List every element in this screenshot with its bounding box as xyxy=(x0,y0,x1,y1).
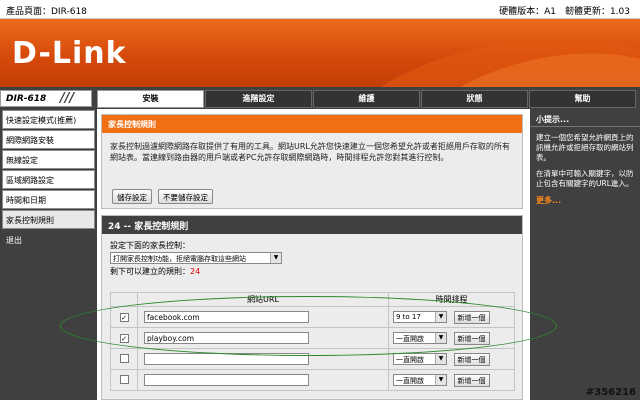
tab-setup[interactable]: 安裝 xyxy=(97,90,204,108)
tab-status[interactable]: 狀態 xyxy=(421,90,528,108)
sidebar-item-parental-control[interactable]: 家長控制規則 xyxy=(2,210,95,229)
tab-help[interactable]: 幫助 xyxy=(529,90,636,108)
col-url-header: 網站URL xyxy=(137,292,389,307)
chevron-down-icon: ▼ xyxy=(270,253,281,263)
sidebar-item-lan[interactable]: 區域網路設定 xyxy=(2,170,95,189)
rules-table: 網站URL 時間排程 ✓ facebook.com 9 to 17 ▼ 新增一個 … xyxy=(110,292,515,391)
parental-info-box: 家長控制規則 家長控制過濾網際網路存取提供了有用的工具。網站URL允許您快速建立… xyxy=(101,114,523,209)
table-row: 一直開啟 ▼ 新增一個 xyxy=(110,348,515,370)
col-schedule-header: 時間排程 xyxy=(388,292,515,307)
add-new-button[interactable]: 新增一個 xyxy=(453,352,490,366)
product-page-label: 產品頁面：DIR-618 xyxy=(6,7,87,17)
banner-swoosh-graphic xyxy=(380,39,640,87)
hint-text-1: 建立一個您希望允許網頁上的訊機允許或拒絕存取的網站列表。 xyxy=(536,133,634,162)
remaining-label: 剩下可以建立的規則： xyxy=(110,267,190,276)
hints-title: 小提示... xyxy=(530,109,640,127)
schedule-value: 一直開啟 xyxy=(396,356,424,364)
dont-save-button[interactable]: 不要儲存設定 xyxy=(158,189,213,204)
add-new-button[interactable]: 新增一個 xyxy=(453,331,490,345)
top-bar: 產品頁面：DIR-618 硬體版本：A1 韌體更新：1.03 xyxy=(0,0,640,19)
save-settings-button[interactable]: 儲存設定 xyxy=(112,189,152,204)
add-new-button[interactable]: 新增一個 xyxy=(453,310,490,324)
version-label: 硬體版本：A1 韌體更新：1.03 xyxy=(499,7,630,17)
rule-checkbox[interactable] xyxy=(119,374,129,384)
table-row: ✓ facebook.com 9 to 17 ▼ 新增一個 xyxy=(110,306,515,328)
schedule-select[interactable]: 一直開啟 ▼ xyxy=(393,332,447,344)
chevron-down-icon: ▼ xyxy=(435,375,446,385)
hint-text-2: 在清單中可輸入關鍵字，以防止包含有關鍵字的URL進入。 xyxy=(536,169,634,188)
parental-header: 家長控制規則 xyxy=(102,115,522,133)
rules-box: 24 -- 家長控制規則 設定下面的家長控制： 打開家長控制功能，拒絕電腦存取這… xyxy=(101,215,523,400)
chevron-down-icon: ▼ xyxy=(435,333,446,343)
main-content: 家長控制規則 家長控制過濾網際網路存取提供了有用的工具。網站URL允許您快速建立… xyxy=(97,109,530,400)
dlink-logo: D-Link xyxy=(12,36,127,71)
table-header-row: 網站URL 時間排程 xyxy=(110,292,515,307)
watermark: #356216 xyxy=(585,387,636,398)
chevron-down-icon: ▼ xyxy=(435,312,446,322)
sidebar: 快速設定模式(推薦) 網際網路安裝 無線設定 區域網路設定 時間和日期 家長控制… xyxy=(0,109,97,400)
model-slash-decoration: /// xyxy=(60,91,75,106)
chevron-down-icon: ▼ xyxy=(435,354,446,364)
parental-mode-value: 打開家長控制功能，拒絕電腦存取這些網站 xyxy=(113,255,246,263)
rules-intro: 設定下面的家長控制： xyxy=(110,241,190,250)
remaining-count: 24 xyxy=(190,267,201,276)
schedule-select[interactable]: 一直開啟 ▼ xyxy=(393,353,447,365)
rule-checkbox[interactable]: ✓ xyxy=(119,312,129,322)
rules-header: 24 -- 家長控制規則 xyxy=(102,216,522,234)
more-link[interactable]: 更多... xyxy=(530,189,640,206)
tab-advanced[interactable]: 進階設定 xyxy=(205,90,312,108)
schedule-value: 一直開啟 xyxy=(396,335,424,343)
rule-checkbox[interactable]: ✓ xyxy=(119,333,129,343)
rule-checkbox[interactable] xyxy=(119,353,129,363)
add-new-button[interactable]: 新增一個 xyxy=(453,373,490,387)
schedule-value: 一直開啟 xyxy=(396,377,424,385)
parental-mode-select[interactable]: 打開家長控制功能，拒絕電腦存取這些網站 ▼ xyxy=(110,252,282,264)
url-input[interactable] xyxy=(144,353,309,365)
table-row: ✓ playboy.com 一直開啟 ▼ 新增一個 xyxy=(110,327,515,349)
url-input[interactable]: facebook.com xyxy=(144,311,309,323)
schedule-select[interactable]: 9 to 17 ▼ xyxy=(393,311,447,323)
model-label: DIR-618 xyxy=(0,90,92,107)
sidebar-item-wireless[interactable]: 無線設定 xyxy=(2,150,95,169)
sidebar-item-time[interactable]: 時間和日期 xyxy=(2,190,95,209)
parental-description: 家長控制過濾網際網路存取提供了有用的工具。網站URL允許您快速建立一個您希望允許… xyxy=(110,142,510,162)
brand-banner: D-Link xyxy=(0,19,640,87)
hints-panel: 小提示... 建立一個您希望允許網頁上的訊機允許或拒絕存取的網站列表。 在清單中… xyxy=(530,109,640,400)
schedule-select[interactable]: 一直開啟 ▼ xyxy=(393,374,447,386)
url-input[interactable] xyxy=(144,374,309,386)
sidebar-item-quick-setup[interactable]: 快速設定模式(推薦) xyxy=(2,110,95,129)
remaining-rules: 剩下可以建立的規則：24 xyxy=(110,266,200,277)
sidebar-item-logout[interactable]: 退出 xyxy=(2,230,95,249)
sidebar-item-internet[interactable]: 網際網路安裝 xyxy=(2,130,95,149)
schedule-value: 9 to 17 xyxy=(396,313,421,321)
table-row: 一直開啟 ▼ 新增一個 xyxy=(110,369,515,391)
url-input[interactable]: playboy.com xyxy=(144,332,309,344)
tab-maintenance[interactable]: 維護 xyxy=(313,90,420,108)
top-tabs: 安裝 進階設定 維護 狀態 幫助 xyxy=(97,90,637,108)
